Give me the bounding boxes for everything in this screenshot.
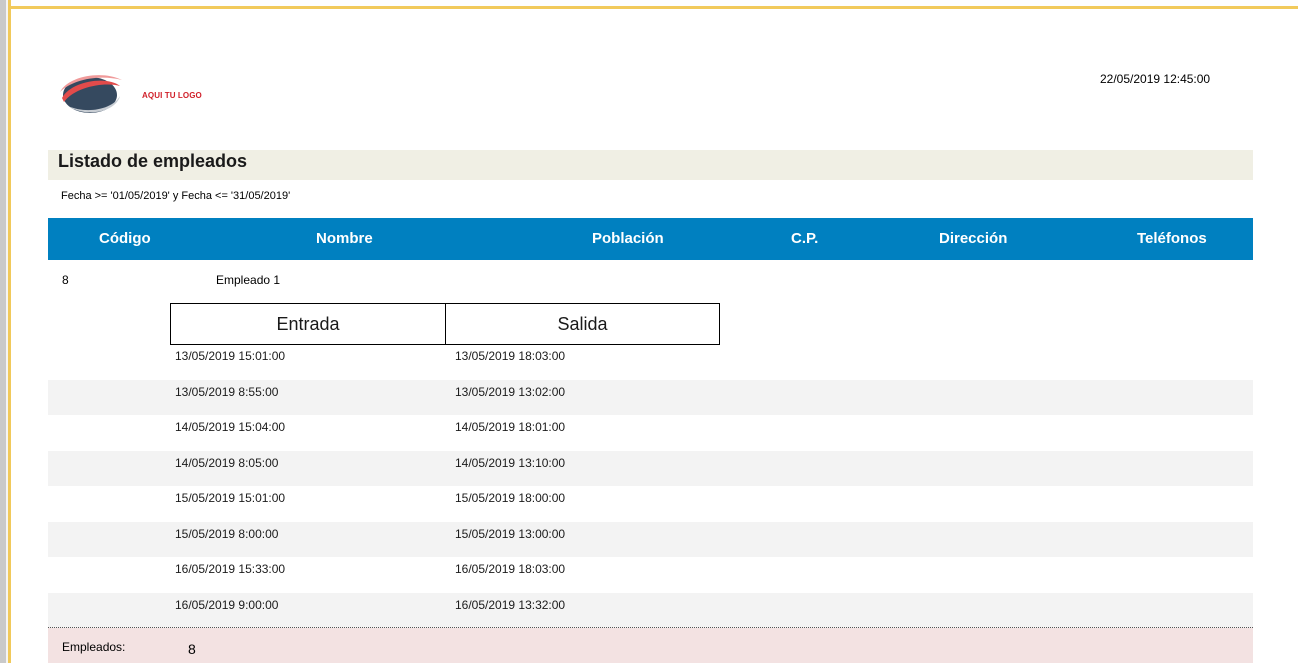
column-header-direccion: Dirección xyxy=(939,230,1008,247)
attendance-subtable-header: Entrada Salida xyxy=(170,303,720,345)
column-header-codigo: Código xyxy=(99,230,151,247)
entrada-cell: 13/05/2019 15:01:00 xyxy=(175,349,286,363)
employee-count-value: 8 xyxy=(188,641,196,657)
employee-count-label: Empleados: xyxy=(62,640,126,654)
entrada-cell: 16/05/2019 9:00:00 xyxy=(175,597,279,612)
report-filter: Fecha >= '01/05/2019' y Fecha <= '31/05/… xyxy=(61,190,291,202)
table-row: 13/05/2019 15:01:00 13/05/2019 18:03:00 xyxy=(48,344,1253,380)
salida-cell: 14/05/2019 13:10:00 xyxy=(455,455,566,470)
salida-cell: 13/05/2019 18:03:00 xyxy=(455,349,566,363)
logo-text: AQUI TU LOGO xyxy=(142,91,202,100)
column-header-cp: C.P. xyxy=(791,230,819,247)
entrada-cell: 15/05/2019 15:01:00 xyxy=(175,491,286,505)
table-row: 13/05/2019 8:55:00 13/05/2019 13:02:00 xyxy=(48,379,1253,415)
entrada-cell: 16/05/2019 15:33:00 xyxy=(175,562,286,576)
salida-cell: 16/05/2019 13:32:00 xyxy=(455,597,566,612)
entrada-cell: 13/05/2019 8:55:00 xyxy=(175,384,279,399)
window-left-border xyxy=(0,0,11,663)
entrada-cell: 14/05/2019 15:04:00 xyxy=(175,420,286,434)
footer-divider xyxy=(48,627,1253,628)
report-datetime: 22/05/2019 12:45:00 xyxy=(1100,72,1211,86)
table-row: 14/05/2019 8:05:00 14/05/2019 13:10:00 xyxy=(48,450,1253,486)
attendance-rows: 13/05/2019 15:01:00 13/05/2019 18:03:00 … xyxy=(48,344,1253,628)
table-row: 15/05/2019 8:00:00 15/05/2019 13:00:00 xyxy=(48,521,1253,557)
column-header-poblacion: Población xyxy=(592,230,664,247)
salida-cell: 13/05/2019 13:02:00 xyxy=(455,384,566,399)
table-row: 14/05/2019 15:04:00 14/05/2019 18:01:00 xyxy=(48,415,1253,451)
subtable-header-entrada: Entrada xyxy=(171,304,446,344)
column-header-nombre: Nombre xyxy=(316,230,373,247)
salida-cell: 15/05/2019 13:00:00 xyxy=(455,526,566,541)
report-title: Listado de empleados xyxy=(58,151,248,171)
table-row: 16/05/2019 9:00:00 16/05/2019 13:32:00 xyxy=(48,592,1253,628)
window-top-border xyxy=(0,0,1298,9)
column-header-telefonos: Teléfonos xyxy=(1137,230,1207,247)
left-gutter xyxy=(0,0,6,663)
salida-cell: 15/05/2019 18:00:00 xyxy=(455,491,566,505)
summary-footer xyxy=(48,628,1253,663)
entrada-cell: 15/05/2019 8:00:00 xyxy=(175,526,279,541)
salida-cell: 14/05/2019 18:01:00 xyxy=(455,420,566,434)
salida-cell: 16/05/2019 18:03:00 xyxy=(455,562,566,576)
entrada-cell: 14/05/2019 8:05:00 xyxy=(175,455,279,470)
table-row: 16/05/2019 15:33:00 16/05/2019 18:03:00 xyxy=(48,557,1253,593)
table-row: 15/05/2019 15:01:00 15/05/2019 18:00:00 xyxy=(48,486,1253,522)
employee-code: 8 xyxy=(62,273,69,287)
subtable-header-salida: Salida xyxy=(557,313,608,334)
employee-name: Empleado 1 xyxy=(216,273,281,287)
